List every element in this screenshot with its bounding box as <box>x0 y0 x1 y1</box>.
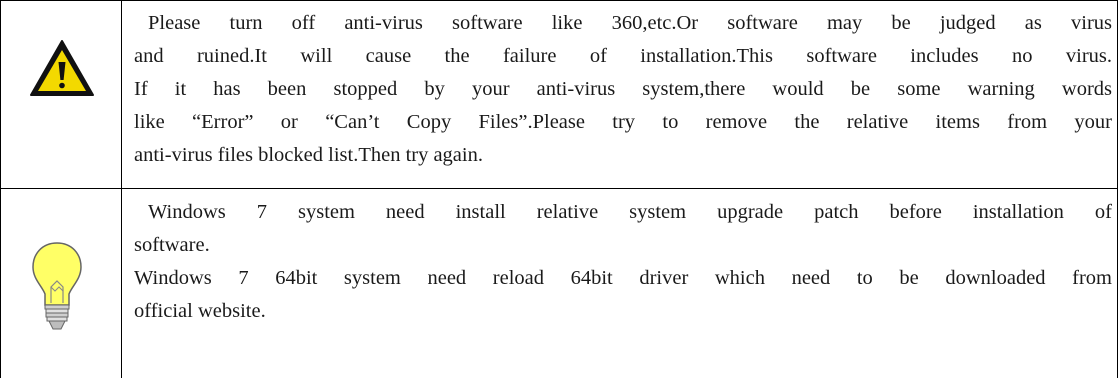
warning-notice-row: Please turn off anti-virus software like… <box>0 0 1118 188</box>
warning-text-line-4: like “Error” or “Can’t Copy Files”.Pleas… <box>134 111 1112 133</box>
warning-text-line-3: If it has been stopped by your anti-viru… <box>134 78 1112 100</box>
tip-text-line-1: Windows 7 system need install relative s… <box>148 201 1112 223</box>
warning-text-line-2: and ruined.It will cause the failure of … <box>134 45 1112 67</box>
warning-text-line-1: Please turn off anti-virus software like… <box>148 12 1112 34</box>
notice-table: Please turn off anti-virus software like… <box>0 0 1118 378</box>
tip-text-line-2: software. <box>134 234 210 256</box>
warning-icon-cell <box>0 0 121 188</box>
warning-triangle-icon <box>30 40 94 96</box>
tip-icon-cell <box>0 188 121 378</box>
lightbulb-icon <box>32 242 82 330</box>
tip-notice-row: Windows 7 system need install relative s… <box>0 188 1118 378</box>
tip-text-line-3: Windows 7 64bit system need reload 64bit… <box>134 267 1112 289</box>
tip-text-line-4: official website. <box>134 300 266 322</box>
tip-text-cell: Windows 7 system need install relative s… <box>122 188 1112 378</box>
warning-text-cell: Please turn off anti-virus software like… <box>122 0 1112 188</box>
warning-text-line-5: anti-virus files blocked list.Then try a… <box>134 144 483 166</box>
